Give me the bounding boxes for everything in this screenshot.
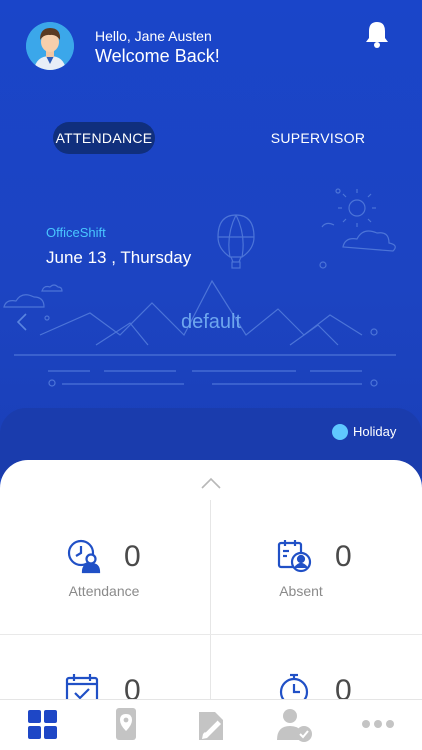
attendance-count: 0 — [124, 540, 141, 573]
stats-divider-horizontal — [0, 634, 422, 635]
absent-calendar-icon — [277, 540, 312, 573]
greeting-text: Hello, Jane Austen — [95, 28, 212, 44]
shift-date: June 13 , Thursday — [46, 248, 192, 267]
tab-supervisor[interactable]: SUPERVISOR — [262, 122, 374, 154]
holiday-dot-icon — [332, 424, 348, 440]
welcome-text: Welcome Back! — [95, 46, 220, 66]
attendance-label[interactable]: Attendance — [34, 583, 174, 599]
shift-name: OfficeShift — [46, 225, 106, 240]
dashboard-grid-icon[interactable] — [22, 704, 62, 744]
attendance-clock-icon — [67, 539, 101, 574]
schedule-label: default — [180, 311, 242, 333]
location-phone-icon[interactable] — [106, 704, 146, 744]
edit-document-icon[interactable] — [191, 704, 231, 744]
more-dots-icon[interactable] — [358, 704, 398, 744]
stats-divider-vertical — [210, 500, 211, 700]
bottom-nav — [0, 699, 422, 750]
landscape-illustration — [3, 188, 396, 387]
bell-icon[interactable] — [364, 20, 390, 48]
absent-count: 0 — [335, 540, 352, 573]
absent-label[interactable]: Absent — [231, 583, 371, 599]
user-avatar-icon — [26, 22, 74, 70]
holiday-legend-label: Holiday — [353, 424, 397, 439]
avatar[interactable] — [26, 22, 74, 70]
tab-attendance[interactable]: ATTENDANCE — [53, 122, 155, 154]
user-check-icon[interactable] — [274, 704, 314, 744]
chevron-up-icon[interactable] — [199, 476, 223, 490]
stats-sheet — [0, 460, 422, 700]
